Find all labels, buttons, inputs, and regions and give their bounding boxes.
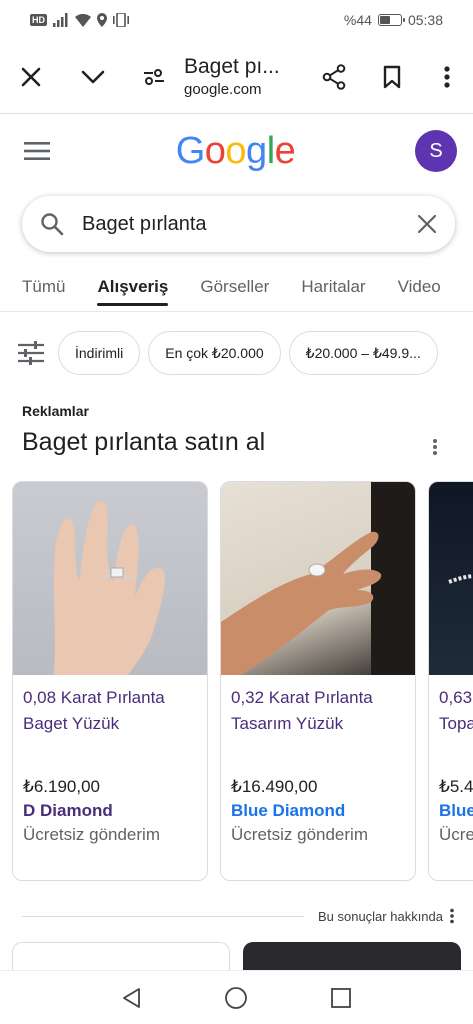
product-card[interactable]: 0,63 Topa ₺5.4 Blue Ücre bbox=[428, 481, 473, 881]
vibrate-icon bbox=[113, 13, 129, 27]
bookmark-icon bbox=[383, 65, 401, 88]
close-button[interactable] bbox=[0, 40, 62, 114]
hd-badge: HD bbox=[30, 14, 47, 26]
search-box[interactable]: Baget pırlanta bbox=[22, 196, 455, 252]
tune-icon bbox=[18, 341, 44, 365]
tab-0[interactable]: Tümü bbox=[22, 262, 65, 311]
status-bar: HD %44 05:38 bbox=[0, 0, 473, 40]
ads-label: Reklamlar bbox=[22, 403, 89, 419]
more-vertical-icon[interactable] bbox=[449, 908, 455, 924]
page-title-area[interactable]: Baget pı... google.com bbox=[184, 55, 305, 98]
product-image bbox=[13, 482, 207, 675]
product-shipping: Ücretsiz gönderim bbox=[23, 825, 160, 844]
main-menu-button[interactable] bbox=[24, 135, 56, 167]
browser-toolbar: Baget pı... google.com bbox=[0, 40, 473, 114]
product-store: Blue Diamond bbox=[231, 801, 346, 820]
product-price: ₺16.490,00 bbox=[231, 777, 318, 796]
logo-letter: e bbox=[274, 129, 296, 172]
product-shipping: Ücretsiz gönderim bbox=[231, 825, 368, 844]
more-menu-button[interactable] bbox=[421, 40, 473, 114]
page-info-button[interactable] bbox=[124, 40, 184, 114]
ads-more-button[interactable] bbox=[432, 438, 438, 461]
product-store: Blue bbox=[439, 801, 473, 820]
signal-icon bbox=[53, 13, 68, 27]
product-price: ₺6.190,00 bbox=[23, 777, 100, 796]
tab-4[interactable]: Video bbox=[398, 262, 441, 311]
home-icon[interactable] bbox=[224, 986, 248, 1010]
account-avatar[interactable]: S bbox=[414, 130, 457, 172]
tune-icon bbox=[144, 68, 164, 85]
search-input[interactable]: Baget pırlanta bbox=[64, 213, 417, 236]
system-nav-bar bbox=[0, 970, 473, 1024]
ring-image bbox=[448, 574, 473, 584]
product-image bbox=[221, 482, 415, 675]
recents-icon[interactable] bbox=[330, 987, 352, 1009]
product-carousel: 0,08 Karat Pırlanta Baget Yüzük ₺6.190,0… bbox=[12, 481, 473, 881]
filter-chip[interactable]: ₺20.000 – ₺49.9... bbox=[288, 331, 438, 375]
tab-2[interactable]: Görseller bbox=[200, 262, 269, 311]
bookmark-button[interactable] bbox=[363, 40, 421, 114]
wifi-icon bbox=[75, 13, 91, 27]
divider bbox=[22, 915, 304, 917]
ads-section-title: Baget pırlanta satın al bbox=[22, 428, 266, 456]
filter-settings-button[interactable] bbox=[18, 331, 52, 375]
minimize-button[interactable] bbox=[62, 40, 124, 114]
product-card[interactable]: 0,08 Karat Pırlanta Baget Yüzük ₺6.190,0… bbox=[12, 481, 208, 881]
logo-letter: g bbox=[246, 129, 267, 172]
logo-letter: l bbox=[266, 129, 275, 172]
status-icons-left: HD bbox=[30, 13, 129, 27]
about-results: Bu sonuçlar hakkında bbox=[22, 904, 455, 928]
share-button[interactable] bbox=[305, 40, 363, 114]
product-name: 0,32 Karat Pırlanta Tasarım Yüzük bbox=[231, 688, 373, 733]
status-icons-right: %44 05:38 bbox=[344, 12, 443, 28]
product-shipping: Ücre bbox=[439, 825, 473, 844]
about-results-link[interactable]: Bu sonuçlar hakkında bbox=[318, 909, 443, 924]
tab-1[interactable]: Alışveriş bbox=[97, 262, 168, 311]
filter-chip[interactable]: En çok ₺20.000 bbox=[148, 331, 281, 375]
logo-letter: G bbox=[175, 129, 206, 172]
close-icon bbox=[21, 67, 41, 86]
page-title: Baget pı... bbox=[184, 55, 280, 78]
google-logo[interactable]: Google bbox=[176, 130, 296, 173]
filter-chip[interactable]: İndirimli bbox=[58, 331, 141, 375]
clock: 05:38 bbox=[407, 12, 443, 28]
filter-chips: İndirimli En çok ₺20.000 ₺20.000 – ₺49.9..… bbox=[0, 330, 473, 376]
hamburger-icon bbox=[24, 142, 50, 160]
chevron-down-icon bbox=[81, 70, 105, 83]
hand-ring-image bbox=[221, 482, 415, 675]
location-icon bbox=[97, 13, 107, 27]
product-image bbox=[429, 482, 473, 675]
clear-icon[interactable] bbox=[417, 214, 437, 234]
product-name: 0,08 Karat Pırlanta Baget Yüzük bbox=[23, 688, 165, 733]
tab-3[interactable]: Haritalar bbox=[301, 262, 365, 311]
logo-letter: o bbox=[225, 129, 247, 172]
battery-fill bbox=[379, 16, 390, 24]
more-vertical-icon bbox=[444, 65, 450, 88]
share-icon bbox=[322, 63, 346, 90]
page-url: google.com bbox=[184, 81, 262, 98]
hand-ring-image bbox=[53, 500, 165, 675]
back-icon[interactable] bbox=[121, 987, 143, 1009]
more-vertical-icon bbox=[433, 439, 437, 455]
product-store: D Diamond bbox=[23, 801, 113, 820]
search-icon bbox=[41, 213, 64, 236]
battery-percent: %44 bbox=[343, 12, 372, 28]
battery-icon bbox=[377, 14, 405, 26]
product-name: 0,63 Topa bbox=[439, 688, 473, 733]
product-card[interactable]: 0,32 Karat Pırlanta Tasarım Yüzük ₺16.49… bbox=[220, 481, 416, 881]
logo-letter: o bbox=[204, 129, 226, 172]
google-header: Google S bbox=[0, 114, 473, 188]
search-tabs: Tümü Alışveriş Görseller Haritalar Video bbox=[0, 262, 473, 312]
product-price: ₺5.4 bbox=[439, 777, 473, 796]
